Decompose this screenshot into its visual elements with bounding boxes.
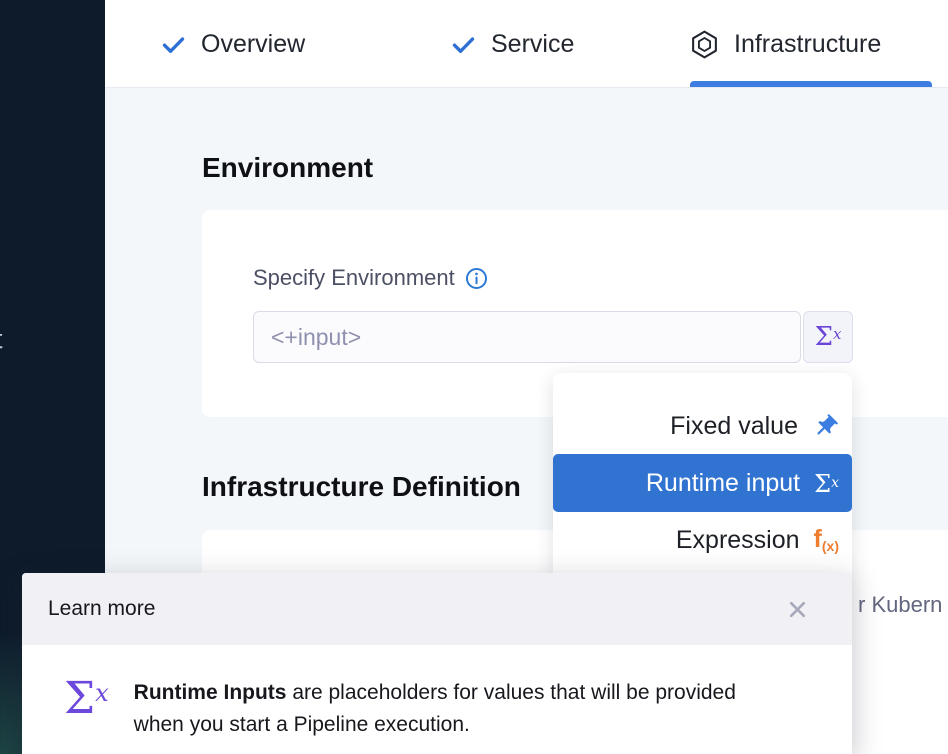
dropdown-item-label: Expression [676,526,800,555]
close-icon [786,598,809,621]
stage-tabbar: Overview Service Infrastructure [105,0,948,88]
runtime-sigma-icon: Σx [64,677,109,721]
check-icon [450,31,477,58]
hexagon-icon [689,29,720,60]
dropdown-item-label: Fixed value [670,412,798,441]
active-tab-underline [690,81,932,87]
kubernetes-clipped-text: r Kubern [858,592,942,618]
info-icon[interactable] [465,267,488,290]
infrastructure-definition-heading: Infrastructure Definition [202,471,521,503]
tab-label: Overview [201,30,305,59]
sigma-icon: Σx [814,471,839,496]
pin-icon [812,413,839,440]
tab-infrastructure[interactable]: Infrastructure [689,0,881,88]
sigma-icon: Σx [815,324,842,350]
popup-text: Runtime Inputs are placeholders for valu… [134,677,759,741]
value-type-dropdown: Fixed value Runtime input Σx Expression … [553,373,852,587]
tab-overview[interactable]: Overview [160,0,305,88]
popup-title: Learn more [48,597,155,621]
sidebar-clipped-text: t [0,324,3,355]
tab-label: Infrastructure [734,30,881,59]
tab-label: Service [491,30,574,59]
check-icon [160,31,187,58]
dropdown-item-fixed-value[interactable]: Fixed value [553,398,852,454]
popup-body: Σx Runtime Inputs are placeholders for v… [22,645,852,741]
specify-environment-label: Specify Environment [253,265,488,291]
dropdown-item-label: Runtime input [646,469,800,498]
popup-text-bold: Runtime Inputs [134,681,287,704]
page: t Overview Service [0,0,948,754]
environment-input[interactable] [253,311,801,363]
runtime-input-type-button[interactable]: Σx [803,311,853,363]
dropdown-item-runtime-input[interactable]: Runtime input Σx [553,454,852,512]
environment-heading: Environment [202,152,373,184]
close-button[interactable] [782,594,812,624]
popup-header: Learn more [22,573,852,645]
tab-service[interactable]: Service [450,0,574,88]
dropdown-item-expression[interactable]: Expression f(x) [553,512,852,568]
learn-more-popup: Learn more Σx Runtime Inputs are placeho… [22,573,852,754]
fx-icon: f(x) [814,527,839,553]
